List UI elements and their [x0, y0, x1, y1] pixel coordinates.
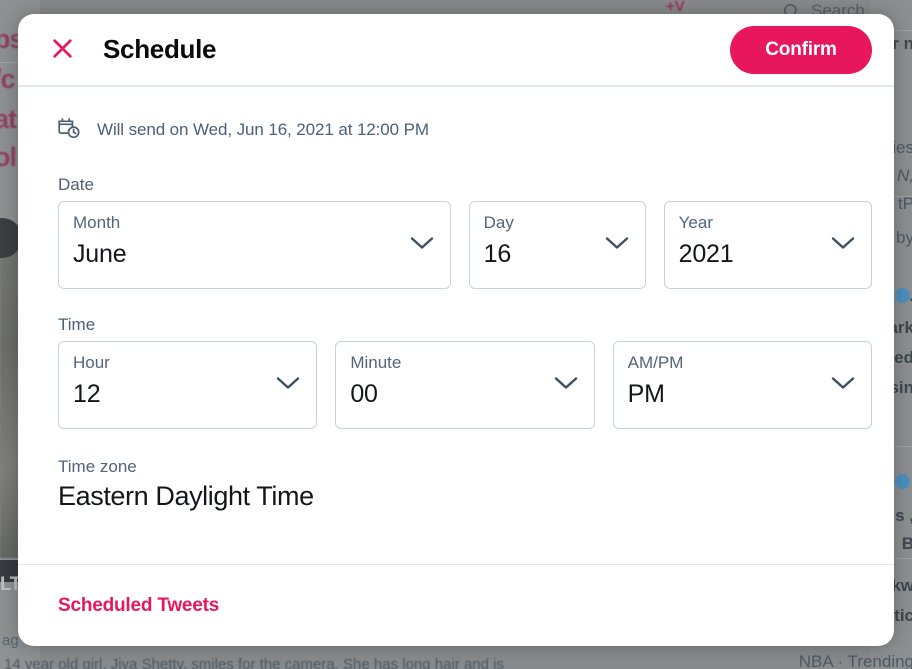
- confirm-button[interactable]: Confirm: [730, 25, 872, 74]
- hour-label: Hour: [73, 353, 110, 372]
- timezone-block: Time zone Eastern Daylight Time: [40, 457, 872, 512]
- close-icon: [50, 36, 75, 64]
- minute-select[interactable]: Minute 00: [335, 341, 595, 429]
- dialog-header: Schedule Confirm: [18, 14, 894, 87]
- date-field-row: Month June Day 16 Year 2021: [40, 201, 873, 289]
- timezone-label: Time zone: [58, 457, 137, 476]
- chevron-down-icon: [410, 236, 434, 250]
- schedule-summary: Will send on Wed, Jun 16, 2021 at 12:00 …: [40, 105, 872, 149]
- time-section-label: Time: [58, 315, 96, 334]
- scheduled-tweets-link[interactable]: Scheduled Tweets: [58, 595, 219, 617]
- year-select[interactable]: Year 2021: [663, 201, 873, 289]
- ampm-value: PM: [627, 380, 665, 409]
- minute-value: 00: [350, 380, 378, 409]
- schedule-summary-text: Will send on Wed, Jun 16, 2021 at 12:00 …: [97, 120, 429, 139]
- dialog-body: Will send on Wed, Jun 16, 2021 at 12:00 …: [18, 87, 894, 564]
- timezone-value: Eastern Daylight Time: [58, 481, 314, 511]
- year-label: Year: [678, 213, 713, 232]
- ampm-label: AM/PM: [627, 353, 684, 372]
- page-title: Schedule: [103, 34, 217, 64]
- date-section-label: Date: [58, 175, 94, 194]
- schedule-dialog: Schedule Confirm Will send on Wed, Jun 1…: [18, 14, 894, 646]
- month-label: Month: [73, 213, 121, 232]
- chevron-down-icon: [831, 376, 855, 390]
- dialog-footer: Scheduled Tweets: [18, 564, 894, 646]
- day-label: Day: [483, 213, 514, 232]
- chevron-down-icon: [276, 376, 300, 390]
- month-select[interactable]: Month June: [58, 201, 451, 289]
- minute-label: Minute: [350, 353, 402, 372]
- hour-select[interactable]: Hour 12: [58, 341, 318, 429]
- month-value: June: [73, 240, 127, 269]
- chevron-down-icon: [605, 236, 629, 250]
- calendar-clock-icon: [56, 115, 82, 146]
- hour-value: 12: [73, 380, 101, 409]
- chevron-down-icon: [831, 236, 855, 250]
- day-select[interactable]: Day 16: [468, 201, 646, 289]
- close-button[interactable]: [40, 28, 84, 72]
- chevron-down-icon: [554, 376, 578, 390]
- ampm-select[interactable]: AM/PM PM: [612, 341, 872, 429]
- time-field-row: Hour 12 Minute 00 AM/PM PM: [40, 341, 872, 429]
